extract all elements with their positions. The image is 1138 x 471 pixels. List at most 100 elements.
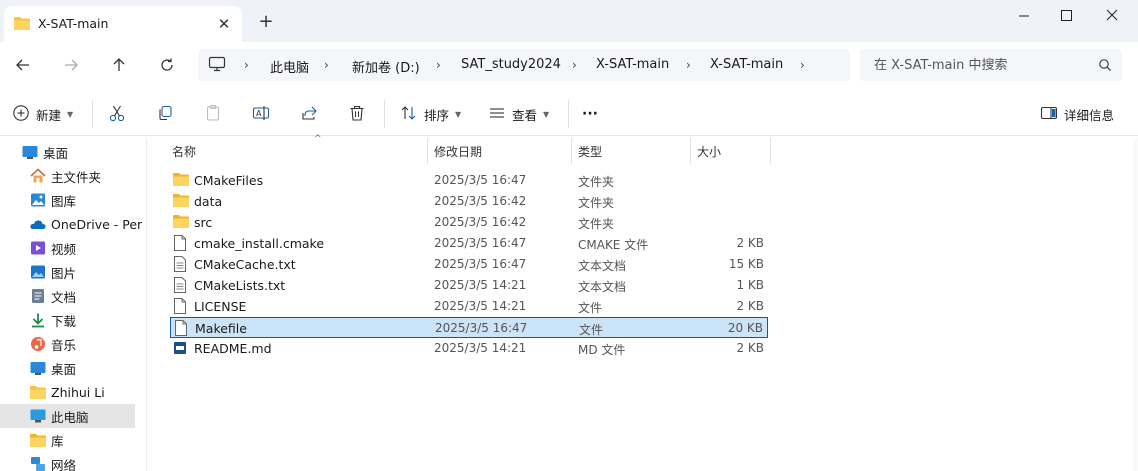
minimize-button[interactable] (1012, 6, 1036, 26)
breadcrumb-item-this-pc[interactable]: 此电脑 (270, 57, 309, 76)
share-icon (300, 104, 318, 125)
search-box[interactable] (860, 49, 1122, 81)
paste-button[interactable] (204, 102, 222, 126)
file-type: 文件 (578, 301, 603, 315)
details-label: 详细信息 (1064, 107, 1115, 123)
music-icon (30, 336, 46, 352)
nav-item-this-pc[interactable]: 此电脑 (0, 404, 135, 428)
column-header-type[interactable]: 类型 (578, 138, 690, 164)
file-row-cmake-install[interactable]: cmake_install.cmake 2025/3/5 16:47 CMAKE… (170, 233, 768, 254)
copy-button[interactable] (156, 102, 174, 126)
vertical-scrollbar[interactable] (1133, 138, 1138, 471)
file-type: 文件 (579, 323, 604, 337)
file-row-cmakefiles[interactable]: CMakeFiles 2025/3/5 16:47 文件夹 (170, 170, 768, 191)
view-label: 查看 (512, 107, 538, 123)
file-row-readme[interactable]: README.md 2025/3/5 14:21 MD 文件 2 KB (170, 338, 768, 359)
file-row-license[interactable]: LICENSE 2025/3/5 14:21 文件 2 KB (170, 296, 768, 317)
details-pane-button[interactable]: 详细信息 (1040, 102, 1114, 126)
details-pane-icon (1040, 104, 1058, 125)
folder-icon (30, 384, 46, 400)
view-button[interactable]: 查看 ▼ (488, 102, 549, 126)
column-header-modified[interactable]: 修改日期 (434, 138, 572, 164)
more-options-button[interactable]: ··· (582, 102, 598, 126)
column-divider[interactable] (571, 138, 572, 164)
back-button[interactable] (10, 52, 36, 78)
column-divider[interactable] (690, 138, 691, 164)
search-input[interactable] (860, 49, 1090, 81)
breadcrumb-item-drive-d[interactable]: 新加卷 (D:) (352, 57, 420, 76)
file-row-makefile[interactable]: Makefile 2025/3/5 16:47 文件 20 KB (170, 317, 768, 338)
file-row-cmakecache[interactable]: CMakeCache.txt 2025/3/5 16:47 文本文档 15 KB (170, 254, 768, 275)
share-button[interactable] (300, 102, 318, 126)
new-button[interactable]: 新建 ▼ (12, 102, 73, 126)
file-type: 文件夹 (578, 217, 615, 231)
file-date: 2025/3/5 14:21 (434, 341, 527, 355)
maximize-button[interactable] (1054, 6, 1078, 26)
chevron-right-icon[interactable]: › (800, 58, 805, 72)
chevron-right-icon[interactable]: › (244, 58, 249, 72)
chevron-right-icon[interactable]: › (572, 58, 577, 72)
file-row-cmakelists[interactable]: CMakeLists.txt 2025/3/5 14:21 文本文档 1 KB (170, 275, 768, 296)
file-name: data (194, 194, 223, 209)
nav-item-desktop[interactable]: 桌面 (0, 356, 135, 380)
column-header-name[interactable]: 名称 ^ (172, 134, 426, 164)
file-size: 2 KB (736, 236, 764, 250)
nav-item-onedrive[interactable]: OneDrive - Per (0, 212, 142, 236)
breadcrumb[interactable]: › 此电脑 › 新加卷 (D:) › SAT_study2024 › X-SAT… (198, 49, 850, 81)
nav-item-network[interactable]: 网络 (0, 452, 135, 471)
new-tab-button[interactable]: + (256, 12, 276, 32)
command-bar: 新建 ▼ A 排序 ▼ 查看 ▼ ··· 详细信息 (0, 92, 1138, 136)
file-name: src (194, 215, 213, 230)
breadcrumb-item-x-sat-main[interactable]: X-SAT-main (596, 57, 669, 72)
file-list: 名称 ^ 修改日期 类型 大小 CMakeFiles 2025/3/5 16:4… (150, 134, 1138, 471)
this-pc-icon[interactable] (208, 56, 226, 75)
nav-item-documents[interactable]: 文档 (0, 284, 135, 308)
file-row-src[interactable]: src 2025/3/5 16:42 文件夹 (170, 212, 768, 233)
nav-item-videos[interactable]: 视频 (0, 236, 135, 260)
gallery-icon (30, 192, 46, 208)
nav-item-downloads[interactable]: 下载 (0, 308, 135, 332)
file-type: 文件夹 (578, 175, 615, 189)
delete-button[interactable] (348, 102, 366, 126)
file-row-data[interactable]: data 2025/3/5 16:42 文件夹 (170, 191, 768, 212)
rename-button[interactable]: A (252, 102, 270, 126)
up-button[interactable] (106, 52, 132, 78)
file-date: 2025/3/5 16:47 (435, 321, 528, 335)
chevron-right-icon[interactable]: › (324, 58, 329, 72)
chevron-right-icon[interactable]: › (686, 58, 691, 72)
sort-label: 排序 (424, 107, 450, 123)
file-name: cmake_install.cmake (194, 236, 325, 251)
nav-item-libraries[interactable]: 库 (0, 428, 135, 452)
nav-item-zhihui-li[interactable]: Zhihui Li (0, 380, 135, 404)
file-date: 2025/3/5 16:42 (434, 215, 527, 229)
file-name: CMakeLists.txt (194, 278, 286, 293)
search-icon[interactable] (1098, 58, 1112, 75)
file-type: 文件夹 (578, 196, 615, 210)
cut-button[interactable] (108, 102, 126, 126)
file-name: Makefile (195, 321, 247, 336)
breadcrumb-item-sat-study[interactable]: SAT_study2024 (461, 57, 561, 72)
close-window-button[interactable] (1100, 6, 1124, 26)
breadcrumb-item-x-sat-main-current[interactable]: X-SAT-main (710, 57, 783, 72)
file-icon (173, 298, 189, 314)
paste-icon (204, 104, 222, 125)
file-size: 1 KB (736, 278, 764, 292)
column-divider[interactable] (427, 138, 428, 164)
nav-item-home[interactable]: 主文件夹 (0, 164, 135, 188)
nav-item-desktop-root[interactable]: 桌面 (0, 140, 135, 164)
column-header-size[interactable]: 大小 (697, 138, 771, 164)
onedrive-icon (30, 216, 46, 232)
file-name: README.md (194, 341, 272, 356)
file-icon (173, 235, 189, 251)
close-tab-icon[interactable]: ✕ (214, 14, 234, 34)
nav-item-music[interactable]: 音乐 (0, 332, 135, 356)
chevron-right-icon[interactable]: › (436, 58, 441, 72)
file-date: 2025/3/5 16:47 (434, 173, 527, 187)
tab-x-sat-main[interactable]: X-SAT-main ✕ (4, 6, 242, 42)
forward-button[interactable] (58, 52, 84, 78)
refresh-button[interactable] (154, 52, 180, 78)
nav-item-pictures[interactable]: 图片 (0, 260, 135, 284)
sort-button[interactable]: 排序 ▼ (400, 102, 461, 126)
nav-item-gallery[interactable]: 图库 (0, 188, 135, 212)
column-divider[interactable] (770, 138, 771, 164)
